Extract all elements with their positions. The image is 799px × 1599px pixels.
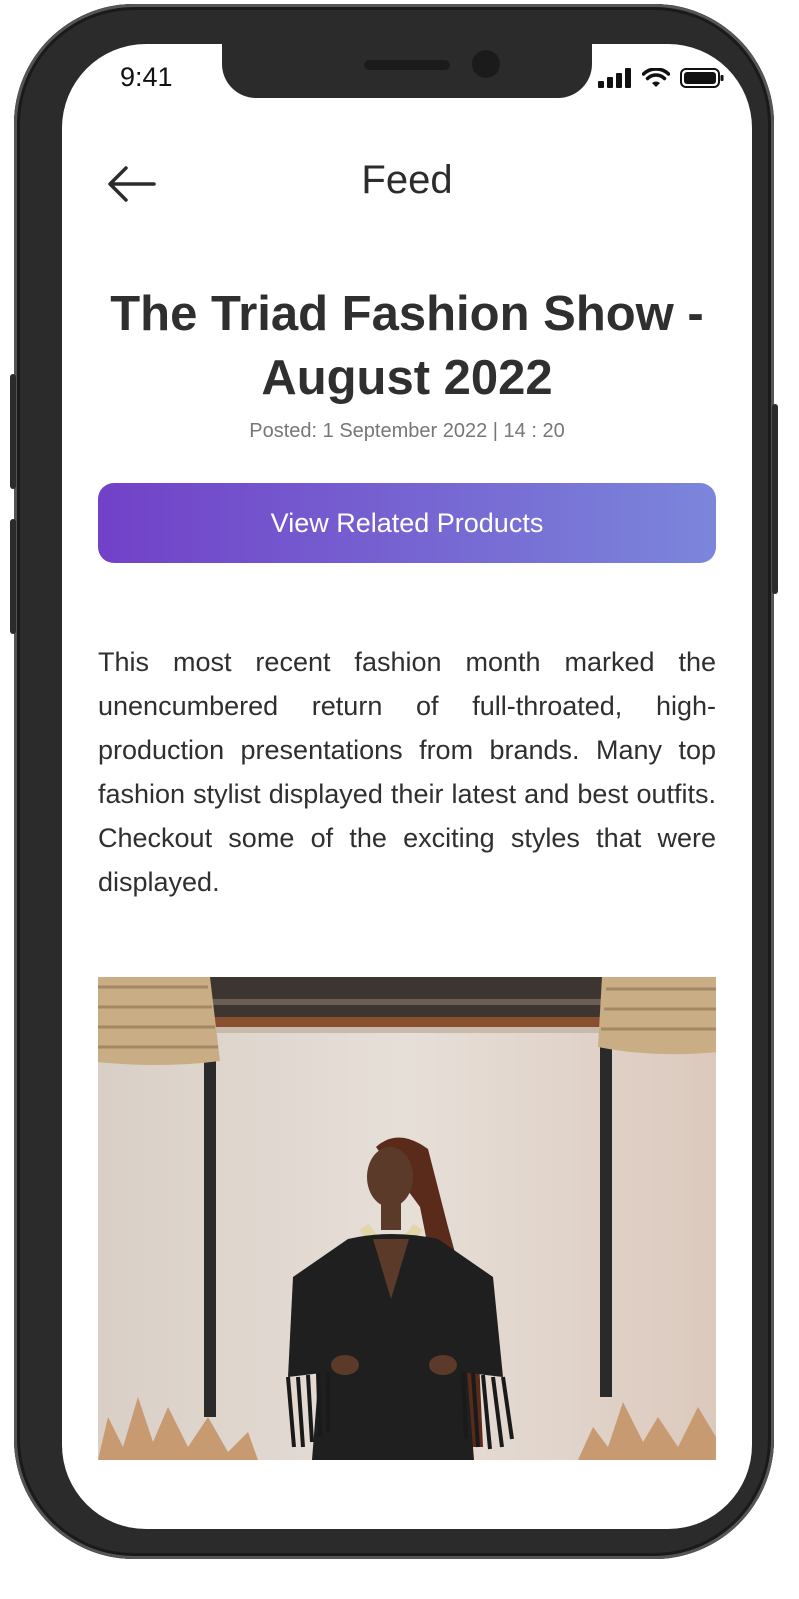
notch (222, 44, 592, 98)
runway-model-image (98, 977, 716, 1460)
wifi-icon (642, 68, 670, 87)
speaker (364, 60, 450, 70)
volume-up-button (10, 374, 16, 489)
screen: 9:41 Feed The Triad Fashion Show - Augus… (62, 44, 752, 1529)
post-meta: Posted: 1 September 2022 | 14 : 20 (249, 420, 565, 442)
power-button (772, 404, 778, 594)
status-time: 9:41 (120, 62, 173, 92)
volume-down-button (10, 519, 16, 634)
status-icons (598, 68, 724, 88)
front-camera (472, 50, 500, 78)
battery-icon (680, 68, 724, 88)
view-related-products-button[interactable]: View Related Products (98, 483, 716, 563)
post-title: The Triad Fashion Show - August 2022 (110, 287, 704, 405)
cellular-signal-icon (598, 68, 631, 88)
fashion-show-photo (98, 977, 716, 1460)
post-body: This most recent fashion month marked th… (98, 647, 716, 897)
phone-frame: 9:41 Feed The Triad Fashion Show - Augus… (10, 4, 778, 1559)
page-title: Feed (361, 158, 453, 202)
